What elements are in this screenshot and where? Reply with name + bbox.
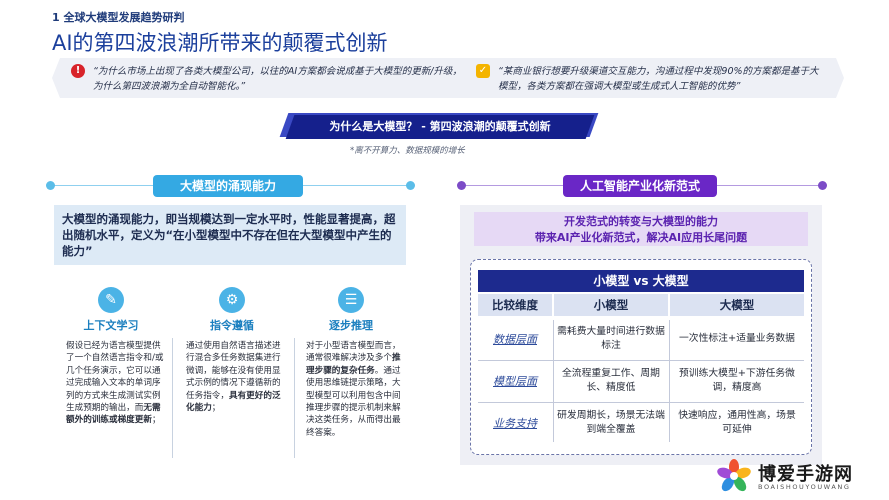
paradigm-summary: 开发范式的转变与大模型的能力 带来AI产业化新范式，解决AI应用长尾问题 (474, 212, 808, 246)
gear-brain-icon: ⚙ (219, 287, 245, 313)
paradigm-line-2: 带来AI产业化新范式，解决AI应用长尾问题 (534, 231, 748, 244)
checkmark-icon: ✓ (476, 64, 490, 78)
left-line-dot (46, 181, 55, 190)
step-list-icon: ☰ (338, 287, 364, 313)
table-row-dimension: 业务支持 (493, 417, 537, 430)
banner-note: *离不开算力、数据规模的增长 (350, 146, 465, 156)
feature-title: 上下文学习 (83, 319, 139, 332)
feature-divider (294, 338, 295, 458)
feature-title: 指令遵循 (210, 319, 254, 332)
banner-title: 为什么是大模型？ - 第四波浪潮的颠覆式创新 (329, 120, 551, 133)
feature-text: 通过使用自然语言描述进行混合多任务数据集进行微调，能够在没有使用显式示例的情况下… (186, 341, 281, 414)
table-column-divider (553, 320, 554, 442)
feature-divider (172, 338, 173, 458)
paradigm-line-1: 开发范式的转变与大模型的能力 (564, 215, 718, 228)
quote-right: “某商业银行想要升级渠道交互能力，沟通过程中发现90%的方案都是基于大模型，各类… (498, 66, 819, 92)
table-cell-large: 预训练大模型+下游任务微调，精度高 (679, 368, 795, 393)
table-header-dimension: 比较维度 (478, 294, 552, 316)
flower-logo-icon (717, 459, 751, 492)
edit-document-icon: ✎ (98, 287, 124, 313)
feature-title: 逐步推理 (329, 319, 373, 332)
table-header-small-model: 小模型 (554, 294, 668, 316)
feature-text: 假设已经为语言模型提供了一个自然语言指令和/或几个任务演示，它可以通过完成输入文… (66, 341, 164, 426)
table-cell-small: 全流程重复工作、周期长、精度低 (562, 368, 660, 393)
page-title: AI的第四波浪潮所带来的颠覆式创新 (52, 31, 388, 55)
warning-icon: ! (71, 64, 85, 78)
right-section-title: 人工智能产业化新范式 (563, 175, 717, 197)
quote-left: “为什么市场上出现了各类大模型公司，以往的AI方案都会说成基于大模型的更新/升级… (93, 66, 462, 92)
table-row-divider (478, 402, 804, 403)
table-cell-large: 快速响应，通用性高，场景可延伸 (678, 410, 796, 435)
table-cell-small: 需耗费大量时间进行数据标注 (557, 326, 665, 351)
table-row-dimension: 数据层面 (493, 333, 537, 346)
logo-wordmark-latin: BOAISHOUYOUWANG (758, 483, 851, 491)
table-row-dimension: 模型层面 (493, 375, 537, 388)
feature-text: 对于小型语言模型而言，通常很难解决涉及多个推理步骤的复杂任务。通过使用思维链提示… (306, 341, 401, 438)
left-line-dot (406, 181, 415, 190)
table-row-divider (478, 360, 804, 361)
table-cell-large: 一次性标注+适量业务数据 (679, 333, 795, 344)
table-column-divider (669, 320, 670, 442)
left-section-title: 大模型的涌现能力 (153, 175, 303, 197)
right-line-dot (457, 181, 466, 190)
emergent-ability-definition: 大模型的涌现能力，即当规模达到一定水平时，性能显著提高，超出随机水平，定义为“在… (54, 205, 406, 265)
table-cell-small: 研发周期长，场景无法端到端全覆盖 (557, 410, 665, 435)
comparison-table-title: 小模型 vs 大模型 (478, 270, 804, 292)
section-label: 1 全球大模型发展趋势研判 (52, 11, 185, 24)
right-line-dot (818, 181, 827, 190)
table-header-large-model: 大模型 (670, 294, 804, 316)
